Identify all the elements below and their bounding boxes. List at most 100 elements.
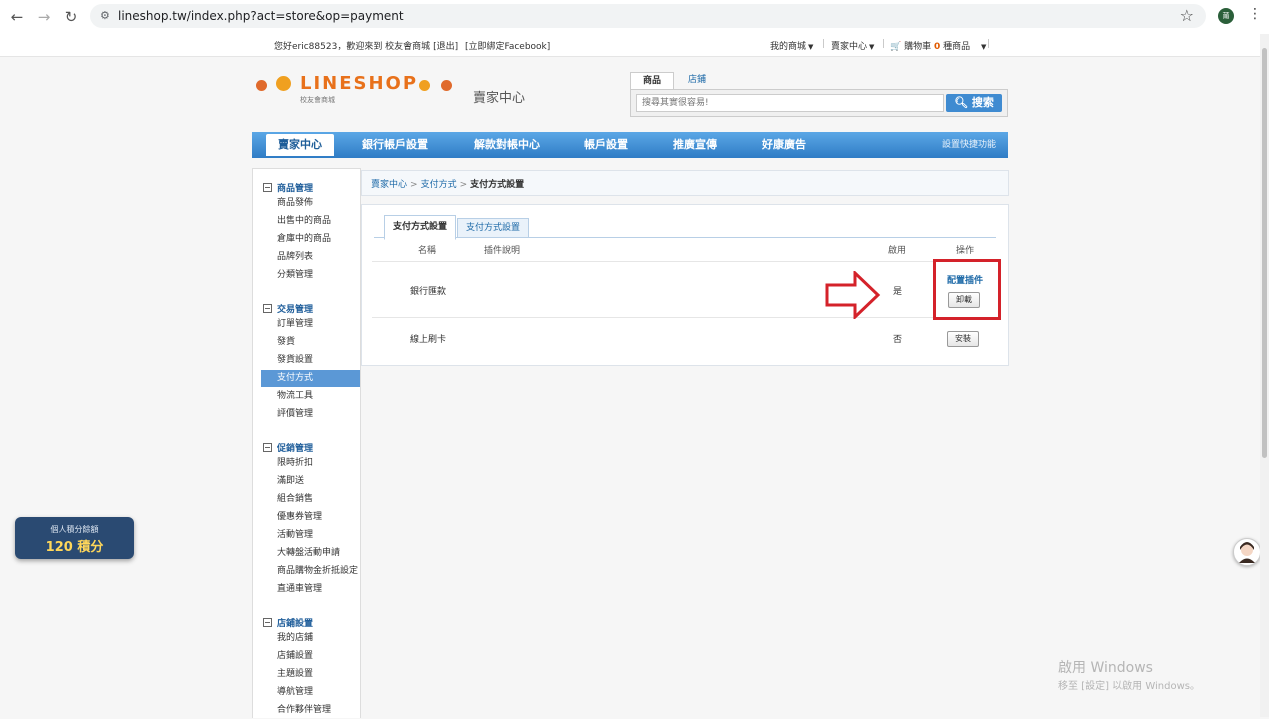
nav-ads[interactable]: 好康廣告 bbox=[762, 132, 806, 158]
sidebar-item[interactable]: 發貨設置 bbox=[261, 352, 360, 369]
sidebar-item[interactable]: 我的店鋪 bbox=[261, 630, 360, 647]
sidebar-item[interactable]: 主題設置 bbox=[261, 666, 360, 683]
sidebar-item[interactable]: 優惠券管理 bbox=[261, 509, 360, 526]
sidebar-item[interactable]: 品牌列表 bbox=[261, 249, 360, 266]
search-frame: 🔍︎ 搜索 bbox=[630, 89, 1008, 117]
sidebar-item[interactable]: 大轉盤活動申請 bbox=[261, 545, 360, 562]
main-nav: 賣家中心 銀行帳戶設置 解款對帳中心 帳戶設置 推廣宣傳 好康廣告 設置快捷功能 bbox=[252, 132, 1008, 158]
divider: | bbox=[822, 39, 826, 49]
install-button[interactable]: 安裝 bbox=[947, 331, 979, 347]
chat-avatar-icon[interactable] bbox=[1233, 538, 1261, 566]
windows-activation-subtitle: 移至 [設定] 以啟用 Windows。 bbox=[1058, 681, 1200, 692]
site-info-icon[interactable]: ⚙ bbox=[100, 9, 110, 22]
url-text[interactable]: lineshop.tw/index.php?act=store&op=payme… bbox=[118, 9, 404, 23]
search-tab-store[interactable]: 店鋪 bbox=[676, 72, 718, 88]
scrollbar-thumb[interactable] bbox=[1262, 48, 1267, 458]
profile-avatar[interactable]: 莆 bbox=[1218, 8, 1234, 24]
bind-facebook-link[interactable]: [立即綁定Facebook] bbox=[465, 42, 550, 52]
search-box: 商品 店鋪 🔍︎ 搜索 bbox=[630, 72, 1008, 117]
group-title: 商品管理 bbox=[277, 184, 314, 194]
collapse-icon bbox=[263, 443, 272, 452]
browser-toolbar: ← → ↻ ⚙ lineshop.tw/index.php?act=store&… bbox=[0, 0, 1269, 35]
sidebar-item[interactable]: 物流工具 bbox=[261, 388, 360, 405]
payment-name: 銀行匯款 bbox=[410, 287, 447, 297]
sidebar-item[interactable]: 滿即送 bbox=[261, 473, 360, 490]
site-logo[interactable] bbox=[256, 76, 291, 94]
my-store-menu[interactable]: 我的商城 ▼ bbox=[770, 39, 813, 52]
annotation-highlight-box bbox=[933, 259, 1001, 320]
reload-icon[interactable]: ↻ bbox=[62, 8, 80, 26]
payment-name: 線上刷卡 bbox=[410, 335, 447, 345]
address-bar[interactable]: ⚙ lineshop.tw/index.php?act=store&op=pay… bbox=[90, 4, 1206, 28]
section-title: 賣家中心 bbox=[473, 91, 526, 106]
sidebar-item[interactable]: 限時折扣 bbox=[261, 455, 360, 472]
logo-subtitle: 校友會商城 bbox=[300, 96, 335, 104]
points-value: 120 積分 bbox=[45, 540, 104, 555]
annotation-arrow-icon bbox=[825, 271, 881, 319]
chevron-down-icon: ▼ bbox=[869, 43, 875, 51]
sidebar-item[interactable]: 發貨 bbox=[261, 334, 360, 351]
nav-settlement[interactable]: 解款對帳中心 bbox=[474, 132, 540, 158]
nav-seller-center[interactable]: 賣家中心 bbox=[266, 134, 334, 156]
column-header-enabled: 啟用 bbox=[888, 246, 907, 256]
seller-center-menu[interactable]: 賣家中心 ▼ bbox=[831, 39, 874, 52]
nav-shortcut-settings[interactable]: 設置快捷功能 bbox=[942, 132, 996, 158]
group-title: 促銷管理 bbox=[277, 444, 314, 454]
cart-icon: 🛒 bbox=[890, 42, 902, 52]
group-title: 交易管理 bbox=[277, 305, 314, 315]
sidebar-item[interactable]: 倉庫中的商品 bbox=[261, 231, 360, 248]
sidebar-group-products[interactable]: 商品管理 bbox=[263, 181, 313, 194]
divider: | bbox=[882, 39, 886, 49]
forward-icon[interactable]: → bbox=[35, 8, 53, 26]
sidebar-item[interactable]: 分類管理 bbox=[261, 267, 360, 284]
sidebar-item[interactable]: 出售中的商品 bbox=[261, 213, 360, 230]
nav-account-settings[interactable]: 帳戶設置 bbox=[584, 132, 628, 158]
sidebar-item[interactable]: 組合銷售 bbox=[261, 491, 360, 508]
logout-link[interactable]: [退出] bbox=[433, 42, 458, 52]
sidebar-item[interactable]: 商品購物金折抵設定 bbox=[261, 563, 360, 580]
cart-menu[interactable]: 🛒 購物車 0 種商品 ▼ bbox=[890, 39, 986, 52]
sidebar-group-store[interactable]: 店鋪設置 bbox=[263, 616, 313, 629]
points-balance-card[interactable]: 個人積分餘額 120 積分 bbox=[15, 517, 134, 559]
orange-icon bbox=[419, 80, 430, 91]
bookmark-star-icon[interactable]: ☆ bbox=[1180, 6, 1194, 25]
sidebar-item[interactable]: 評價管理 bbox=[261, 406, 360, 423]
logo-decoration bbox=[419, 80, 452, 94]
sidebar-item[interactable]: 合作夥伴管理 bbox=[261, 702, 360, 719]
nav-bank-account[interactable]: 銀行帳戶設置 bbox=[362, 132, 428, 158]
sidebar-item[interactable]: 訂單管理 bbox=[261, 316, 360, 333]
lantern-icon bbox=[440, 80, 452, 91]
breadcrumb-trail: 賣家中心 > 支付方式 > 支付方式設置 bbox=[371, 177, 524, 190]
search-button[interactable]: 🔍︎ 搜索 bbox=[946, 94, 1002, 112]
tab-payment-settings-active[interactable]: 支付方式設置 bbox=[384, 215, 457, 240]
payment-enabled: 否 bbox=[893, 335, 903, 345]
sidebar-item[interactable]: 商品發佈 bbox=[261, 195, 360, 212]
sidebar-item[interactable]: 店鋪設置 bbox=[261, 648, 360, 665]
breadcrumb-link[interactable]: 支付方式 bbox=[421, 180, 457, 190]
user-greeting: 您好eric88523，歡迎來到 校友會商城 [退出] [立即綁定Faceboo… bbox=[274, 39, 550, 52]
avatar-face-icon bbox=[1239, 542, 1255, 563]
breadcrumb-separator: > bbox=[410, 180, 418, 190]
sidebar-item[interactable]: 導航管理 bbox=[261, 684, 360, 701]
sidebar-item[interactable]: 活動管理 bbox=[261, 527, 360, 544]
browser-menu-icon[interactable]: ⋮ bbox=[1248, 6, 1262, 22]
chevron-down-icon: ▼ bbox=[981, 43, 987, 51]
nav-promotion[interactable]: 推廣宣傳 bbox=[673, 132, 717, 158]
sidebar-group-promotion[interactable]: 促銷管理 bbox=[263, 441, 313, 454]
back-icon[interactable]: ← bbox=[8, 8, 26, 26]
divider: | bbox=[987, 39, 991, 49]
cart-label: 購物車 bbox=[904, 42, 932, 52]
sidebar: 商品管理 商品發佈 出售中的商品 倉庫中的商品 品牌列表 分類管理 交易管理 訂… bbox=[252, 168, 361, 718]
cart-suffix: 種商品 bbox=[943, 42, 971, 52]
cart-count: 0 bbox=[933, 42, 941, 52]
breadcrumb-current: 支付方式設置 bbox=[470, 180, 525, 190]
sidebar-group-trade[interactable]: 交易管理 bbox=[263, 302, 313, 315]
search-tab-product[interactable]: 商品 bbox=[630, 72, 675, 89]
tab-payment-settings[interactable]: 支付方式設置 bbox=[457, 218, 530, 238]
greeting-text: 您好eric88523，歡迎來到 校友會商城 bbox=[274, 42, 431, 52]
search-input[interactable] bbox=[636, 94, 944, 112]
sidebar-item[interactable]: 直通車管理 bbox=[261, 581, 360, 598]
column-header-name: 名稱 bbox=[418, 246, 437, 256]
breadcrumb-link[interactable]: 賣家中心 bbox=[371, 180, 407, 190]
sidebar-item-payment-active[interactable]: 支付方式 bbox=[261, 370, 360, 387]
